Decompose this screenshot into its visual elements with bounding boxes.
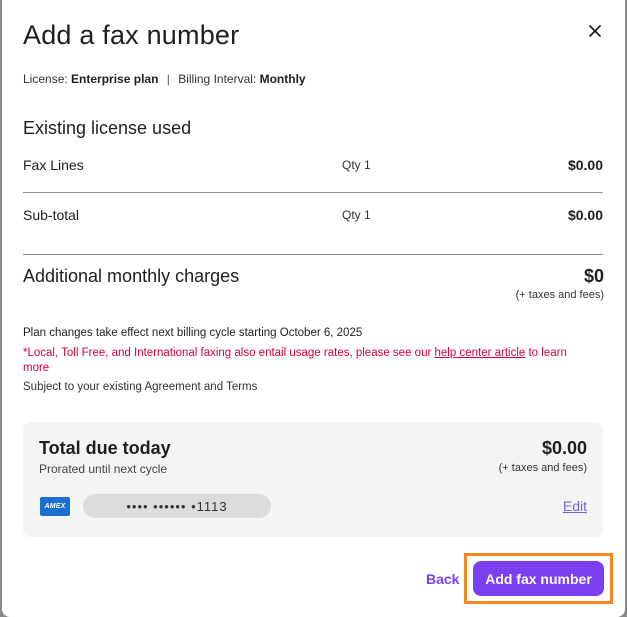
subtotal-qty: Qty 1 [342,208,371,222]
back-button[interactable]: Back [426,571,459,587]
total-tax-note: (+ taxes and fees) [498,462,587,474]
fax-lines-qty: Qty 1 [342,158,371,172]
license-info: License: Enterprise plan | Billing Inter… [23,72,306,86]
prorated-note: Prorated until next cycle [39,462,168,476]
dialog-title: Add a fax number [23,20,240,50]
total-due-amount: $0.00 [541,438,587,458]
amex-card-icon: AMEX [40,497,70,516]
additional-charges-heading: Additional monthly charges [23,266,240,286]
license-label: License: [23,72,68,86]
divider [23,192,603,193]
divider [23,254,603,255]
fax-lines-label: Fax Lines [23,157,84,173]
license-separator: | [166,72,170,86]
payment-card-number: •••• •••••• •1113 [83,494,271,518]
add-fax-number-dialog: Add a fax number License: Enterprise pla… [2,0,625,617]
subtotal-label: Sub-total [23,207,80,223]
subtotal-amount: $0.00 [567,207,603,223]
help-center-link[interactable]: help center article [435,347,526,359]
license-value: Enterprise plan [71,72,159,86]
warning-text-prefix: *Local, Toll Free, and International fax… [23,347,435,359]
agreement-note: Subject to your existing Agreement and T… [23,381,258,393]
close-button[interactable] [584,20,606,42]
total-due-card: Total due today $0.00 Prorated until nex… [23,422,603,537]
billing-interval-label: Billing Interval: [178,72,257,86]
fax-lines-amount: $0.00 [567,157,603,173]
billing-interval-value: Monthly [259,72,306,86]
fax-lines-row: Fax Lines Qty 1 $0.00 [23,157,603,181]
usage-rates-warning: *Local, Toll Free, and International fax… [23,346,593,376]
subtotal-row: Sub-total Qty 1 $0.00 [23,207,603,231]
plan-change-note: Plan changes take effect next billing cy… [23,327,363,339]
total-due-title: Total due today [39,438,171,458]
existing-license-heading: Existing license used [23,118,192,138]
close-icon [589,25,601,37]
add-fax-number-button[interactable]: Add fax number [473,561,604,596]
edit-payment-link[interactable]: Edit [563,498,587,514]
additional-charges-tax-note: (+ taxes and fees) [515,289,604,301]
additional-charges-amount: $0 [583,266,604,286]
